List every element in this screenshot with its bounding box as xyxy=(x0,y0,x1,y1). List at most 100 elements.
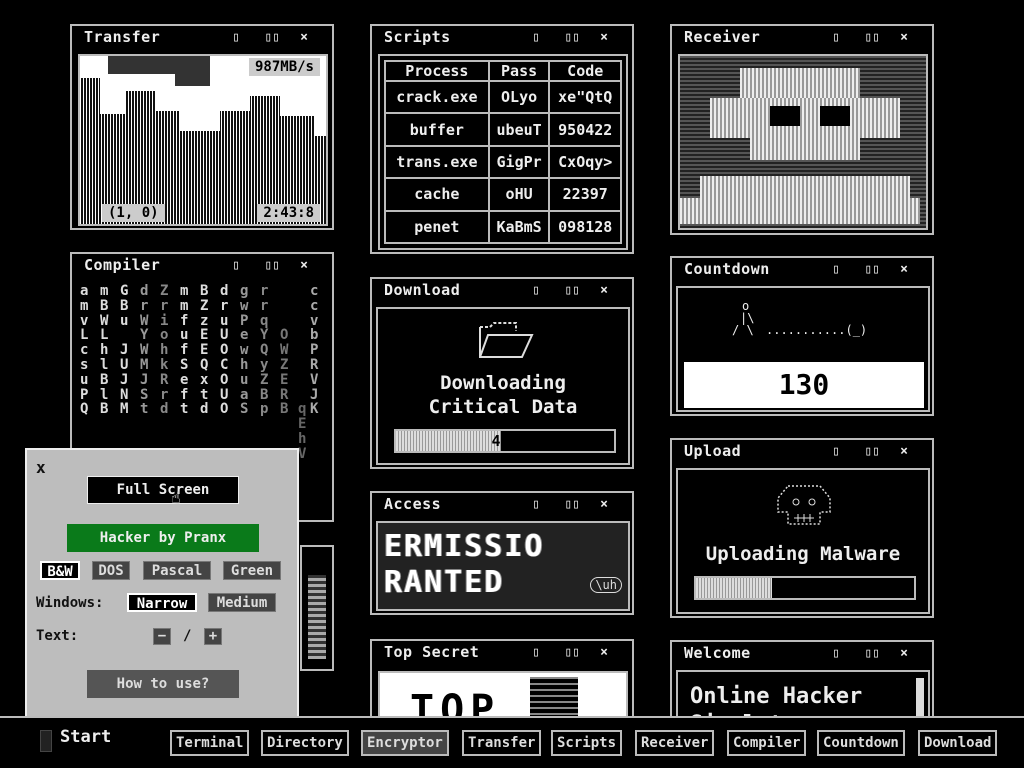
maximize-icon[interactable]: ▯▯ xyxy=(564,30,580,45)
taskbar-transfer[interactable]: Transfer xyxy=(462,730,542,756)
upload-window[interactable]: Upload ▯ ▯▯ × Uploading Malware 35% xyxy=(670,438,934,618)
minimize-icon[interactable]: ▯ xyxy=(832,646,840,661)
window-title: Countdown xyxy=(684,260,770,278)
taskbar-encryptor[interactable]: Encryptor xyxy=(361,730,449,756)
receiver-window[interactable]: Receiver ▯ ▯▯ × xyxy=(670,24,934,235)
table-cell: KaBmS xyxy=(487,209,551,245)
upload-body: Uploading Malware 35% xyxy=(676,468,930,614)
skull-pixel-block xyxy=(680,198,920,224)
code-column: d r W Y W M J S t xyxy=(140,283,149,418)
receiver-titlebar[interactable]: Receiver ▯ ▯▯ × xyxy=(672,26,932,50)
hidden-window[interactable] xyxy=(300,545,334,671)
code-column: B Z z E E Q x t d xyxy=(200,283,209,418)
theme-dos[interactable]: DOS xyxy=(92,561,130,580)
taskbar-download[interactable]: Download xyxy=(918,730,998,756)
scripts-titlebar[interactable]: Scripts ▯ ▯▯ × xyxy=(372,26,632,50)
minimize-icon[interactable]: ▯ xyxy=(532,645,540,660)
window-title: Welcome xyxy=(684,644,751,662)
maximize-icon[interactable]: ▯▯ xyxy=(864,646,880,661)
transfer-speed: 987MB/s xyxy=(248,58,320,76)
maximize-icon[interactable]: ▯▯ xyxy=(864,30,880,45)
download-titlebar[interactable]: Download ▯ ▯▯ × xyxy=(372,279,632,303)
window-title: Scripts xyxy=(384,28,451,46)
column-header: Code xyxy=(548,60,622,82)
table-cell: penet xyxy=(384,209,490,245)
countdown-titlebar[interactable]: Countdown ▯ ▯▯ × xyxy=(672,258,932,282)
skull-pixel-block xyxy=(700,176,910,198)
table-cell: crack.exe xyxy=(384,79,490,115)
minimize-icon[interactable]: ▯ xyxy=(832,30,840,45)
skull-pixel-block xyxy=(740,68,860,98)
close-icon[interactable]: × xyxy=(900,646,908,661)
access-window[interactable]: Access ▯ ▯▯ × ERMISSIO RANTED \uh xyxy=(370,491,634,615)
theme-pascal[interactable]: Pascal xyxy=(143,561,211,580)
text-decrease-button[interactable]: − xyxy=(153,628,171,645)
window-title: Compiler xyxy=(84,256,161,274)
download-window[interactable]: Download ▯ ▯▯ × Downloading Critical Dat… xyxy=(370,277,634,469)
upload-titlebar[interactable]: Upload ▯ ▯▯ × xyxy=(672,440,932,464)
maximize-icon[interactable]: ▯▯ xyxy=(564,283,580,298)
full-screen-button[interactable]: Full Screen xyxy=(87,476,239,504)
taskbar-countdown[interactable]: Countdown xyxy=(817,730,905,756)
panel-close-button[interactable]: x xyxy=(36,458,46,477)
folder-icon xyxy=(479,322,534,358)
taskbar-directory[interactable]: Directory xyxy=(261,730,349,756)
welcome-titlebar[interactable]: Welcome ▯ ▯▯ × xyxy=(672,642,932,666)
fuse-line: ...........(_) xyxy=(766,323,868,337)
windows-medium[interactable]: Medium xyxy=(208,593,276,612)
column-header: Pass xyxy=(487,60,551,82)
close-icon[interactable]: × xyxy=(900,262,908,277)
compiler-titlebar[interactable]: Compiler ▯ ▯▯ × xyxy=(72,254,332,278)
close-icon[interactable]: × xyxy=(600,645,608,660)
taskbar-compiler[interactable]: Compiler xyxy=(727,730,807,756)
code-column: r r q Y Q y Z B p xyxy=(260,283,269,418)
minimize-icon[interactable]: ▯ xyxy=(532,30,540,45)
code-column: c c v b P R V J K xyxy=(310,283,319,418)
maximize-icon[interactable]: ▯▯ xyxy=(864,262,880,277)
welcome-line1: Online Hacker xyxy=(690,684,863,709)
stamp-icon: \uh xyxy=(590,577,622,593)
transfer-window[interactable]: Transfer ▯ ▯▯ × 987MB/s (1, 0) 2:43:8 xyxy=(70,24,334,230)
taskbar: Start Terminal Directory Encryptor Trans… xyxy=(0,716,1024,768)
maximize-icon[interactable]: ▯▯ xyxy=(264,258,280,273)
brand-button[interactable]: Hacker by Pranx xyxy=(67,524,259,552)
close-icon[interactable]: × xyxy=(900,444,908,459)
minimize-icon[interactable]: ▯ xyxy=(232,30,240,45)
maximize-icon[interactable]: ▯▯ xyxy=(864,444,880,459)
text-size-label: Text: xyxy=(36,628,79,644)
access-titlebar[interactable]: Access ▯ ▯▯ × xyxy=(372,493,632,517)
maximize-icon[interactable]: ▯▯ xyxy=(564,645,580,660)
windows-narrow[interactable]: Narrow xyxy=(127,593,197,612)
countdown-window[interactable]: Countdown ▯ ▯▯ × o |\ / \ ...........(_)… xyxy=(670,256,934,416)
start-button[interactable]: Start xyxy=(60,727,111,747)
code-column: g w P e w h u a S xyxy=(240,283,249,418)
close-icon[interactable]: × xyxy=(300,30,308,45)
top-secret-titlebar[interactable]: Top Secret ▯ ▯▯ × xyxy=(372,641,632,665)
close-icon[interactable]: × xyxy=(300,258,308,273)
maximize-icon[interactable]: ▯▯ xyxy=(564,497,580,512)
text-increase-button[interactable]: + xyxy=(204,628,222,645)
minimize-icon[interactable]: ▯ xyxy=(832,262,840,277)
minimize-icon[interactable]: ▯ xyxy=(832,444,840,459)
close-icon[interactable]: × xyxy=(600,497,608,512)
theme-bw[interactable]: B&W xyxy=(40,561,80,580)
minimize-icon[interactable]: ▯ xyxy=(232,258,240,273)
table-cell: 22397 xyxy=(548,177,622,212)
taskbar-scripts[interactable]: Scripts xyxy=(551,730,623,756)
how-to-use-button[interactable]: How to use? xyxy=(87,670,239,698)
close-icon[interactable]: × xyxy=(900,30,908,45)
maximize-icon[interactable]: ▯▯ xyxy=(264,30,280,45)
minimize-icon[interactable]: ▯ xyxy=(532,497,540,512)
start-icon xyxy=(40,730,52,752)
taskbar-receiver[interactable]: Receiver xyxy=(635,730,715,756)
code-column: m B W L h l B l B xyxy=(100,283,109,418)
close-icon[interactable]: × xyxy=(600,283,608,298)
close-icon[interactable]: × xyxy=(600,30,608,45)
transfer-titlebar[interactable]: Transfer ▯ ▯▯ × xyxy=(72,26,332,50)
minimize-icon[interactable]: ▯ xyxy=(532,283,540,298)
taskbar-terminal[interactable]: Terminal xyxy=(170,730,250,756)
skull-pixel-block xyxy=(710,98,900,138)
theme-green[interactable]: Green xyxy=(223,561,281,580)
scripts-window[interactable]: Scripts ▯ ▯▯ × Process Pass Code crack.e… xyxy=(370,24,634,254)
download-progress-bar: 48% xyxy=(394,429,616,453)
